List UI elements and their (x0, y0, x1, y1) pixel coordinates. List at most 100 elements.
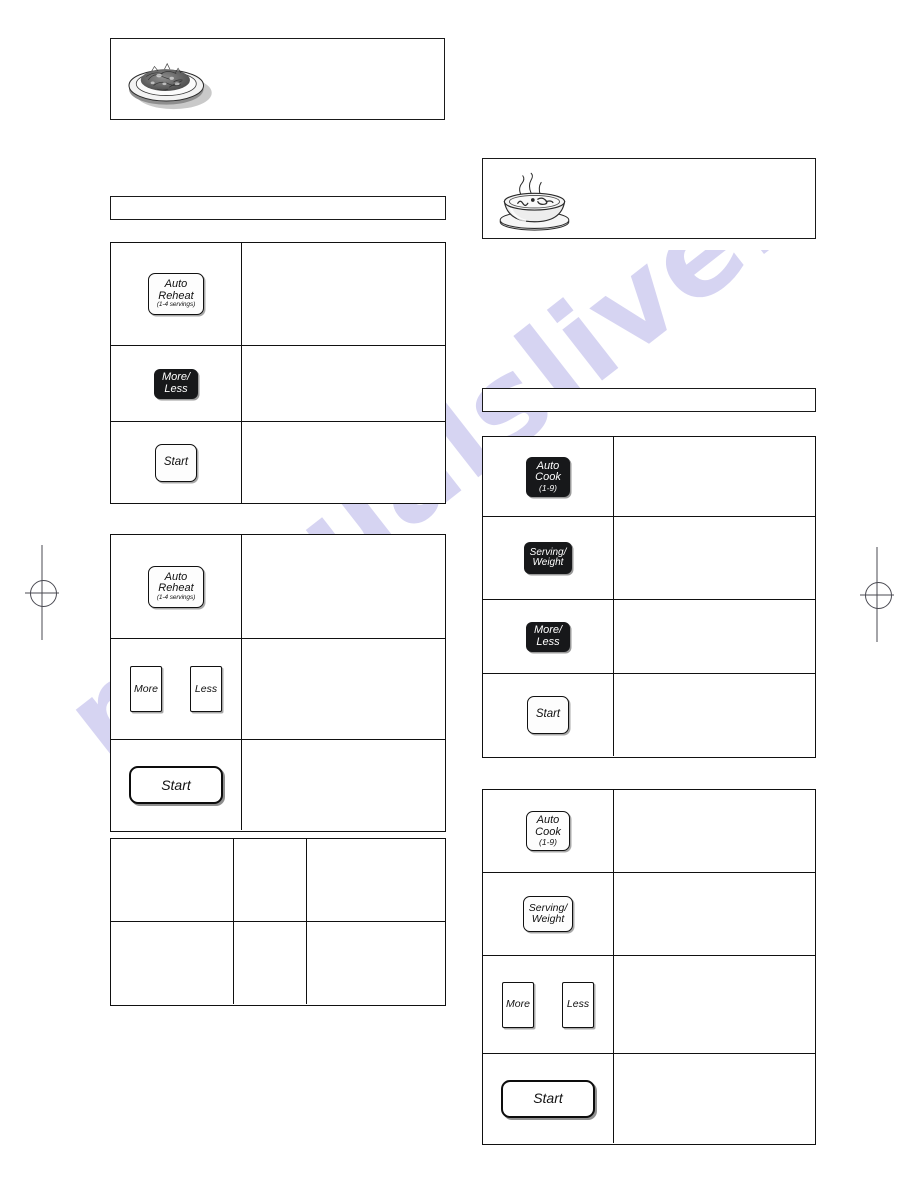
button-cell: Auto Cook (1-9) (483, 437, 614, 516)
button-line-1: Auto (164, 278, 188, 291)
button-cell: Start (483, 674, 614, 756)
button-cell: Start (483, 1054, 614, 1143)
button-cell: More/ Less (483, 600, 614, 673)
button-line-3: (1-9) (539, 837, 557, 848)
table-row: Serving/ Weight (483, 873, 815, 956)
button-line-2: Weight (532, 557, 564, 568)
button-line-3: (1-4 servings) (156, 301, 196, 309)
description-cell (242, 535, 445, 638)
description-cell (614, 956, 815, 1053)
bowl-of-soup-illustration (499, 172, 570, 231)
button-line-1: Less (566, 998, 590, 1011)
button-cell: Auto Reheat (1-4 servings) (111, 243, 242, 345)
more-less-button[interactable]: More/ Less (154, 368, 198, 399)
table-row: More/ Less (111, 346, 445, 422)
table-cell (234, 839, 307, 921)
auto-cook-button[interactable]: Auto Cook (1-9) (526, 456, 570, 497)
button-line-1: More (134, 682, 158, 695)
button-cell: Serving/ Weight (483, 517, 614, 599)
table-row: Start (483, 1054, 815, 1143)
auto-reheat-button[interactable]: Auto Reheat (1-4 servings) (148, 273, 204, 315)
button-line-2: Cook (535, 471, 561, 484)
start-button[interactable]: Start (501, 1079, 595, 1118)
more-button[interactable]: More (130, 666, 162, 712)
start-button[interactable]: Start (129, 766, 223, 804)
table-row: More/ Less (483, 600, 815, 674)
button-line-1: Start (535, 708, 561, 721)
table-row (111, 839, 445, 922)
table-cell (307, 922, 445, 1004)
description-cell (242, 740, 445, 830)
right-image-box (482, 158, 816, 239)
button-line-2: Less (164, 382, 188, 395)
description-cell (614, 517, 815, 599)
button-cell: Start (111, 740, 242, 830)
button-cell: Auto Cook (1-9) (483, 790, 614, 872)
more-less-button[interactable]: More/ Less (526, 621, 570, 652)
button-line-1: More/ (533, 624, 563, 637)
left-section-header (110, 196, 446, 220)
description-cell (614, 437, 815, 516)
button-line-2: Reheat (158, 582, 194, 595)
button-line-1: Less (194, 682, 218, 695)
button-line-1: Start (163, 455, 189, 468)
button-cell: Serving/ Weight (483, 873, 614, 955)
more-less-pair: More Less (111, 666, 241, 712)
table-row: Auto Reheat (1-4 servings) (111, 535, 445, 639)
start-button[interactable]: Start (155, 443, 197, 482)
more-less-pair: More Less (483, 981, 613, 1028)
button-line-1: Auto (536, 814, 560, 827)
left-table-3 (110, 838, 446, 1006)
table-row: Auto Cook (1-9) (483, 437, 815, 517)
less-button[interactable]: Less (190, 666, 222, 712)
regmark-circle (29, 580, 57, 607)
button-cell: Auto Reheat (1-4 servings) (111, 535, 242, 638)
description-cell (614, 873, 815, 955)
button-line-1: Start (161, 776, 191, 793)
less-button[interactable]: Less (562, 981, 594, 1028)
button-line-1: More/ (161, 371, 191, 384)
left-table-2: Auto Reheat (1-4 servings) More Less Sta… (110, 534, 446, 832)
right-table-1: Auto Cook (1-9) Serving/ Weight More/ Le… (482, 436, 816, 758)
table-row: Start (111, 422, 445, 503)
regmark-circle (864, 582, 892, 609)
auto-reheat-button[interactable]: Auto Reheat (1-4 servings) (148, 565, 204, 608)
serving-weight-button[interactable]: Serving/ Weight (524, 542, 572, 574)
table-row: More Less (111, 639, 445, 740)
description-cell (614, 600, 815, 673)
document-page: manualslive.com Auto Reheat (1-4 serving… (0, 0, 918, 1188)
right-section-header-label (483, 389, 815, 397)
start-button[interactable]: Start (527, 696, 569, 734)
table-cell (111, 922, 234, 1004)
right-table-2: Auto Cook (1-9) Serving/ Weight More Les… (482, 789, 816, 1145)
right-section-header (482, 388, 816, 412)
description-cell (242, 422, 445, 503)
right-registration-mark (860, 547, 894, 642)
description-cell (614, 790, 815, 872)
button-line-1: More (506, 998, 530, 1011)
button-line-1: Start (533, 1090, 563, 1107)
description-cell (242, 346, 445, 421)
button-line-2: Weight (531, 913, 565, 925)
left-image-box (110, 38, 445, 120)
auto-cook-button[interactable]: Auto Cook (1-9) (526, 811, 570, 851)
table-row (111, 922, 445, 1004)
description-cell (614, 674, 815, 756)
left-registration-mark (25, 545, 59, 640)
description-cell (242, 639, 445, 739)
table-row: Auto Reheat (1-4 servings) (111, 243, 445, 346)
button-cell: Start (111, 422, 242, 503)
table-cell (234, 922, 307, 1004)
description-cell (242, 243, 445, 345)
table-row: Start (483, 674, 815, 756)
serving-weight-button[interactable]: Serving/ Weight (523, 896, 573, 932)
table-row: More Less (483, 956, 815, 1054)
button-line-3: (1-4 servings) (156, 593, 196, 601)
more-button[interactable]: More (502, 981, 534, 1028)
plate-of-food-illustration (128, 62, 212, 110)
table-row: Start (111, 740, 445, 830)
description-cell (614, 1054, 815, 1143)
button-line-3: (1-9) (539, 482, 557, 493)
button-line-2: Less (536, 635, 560, 648)
left-table-1: Auto Reheat (1-4 servings) More/ Less St… (110, 242, 446, 504)
